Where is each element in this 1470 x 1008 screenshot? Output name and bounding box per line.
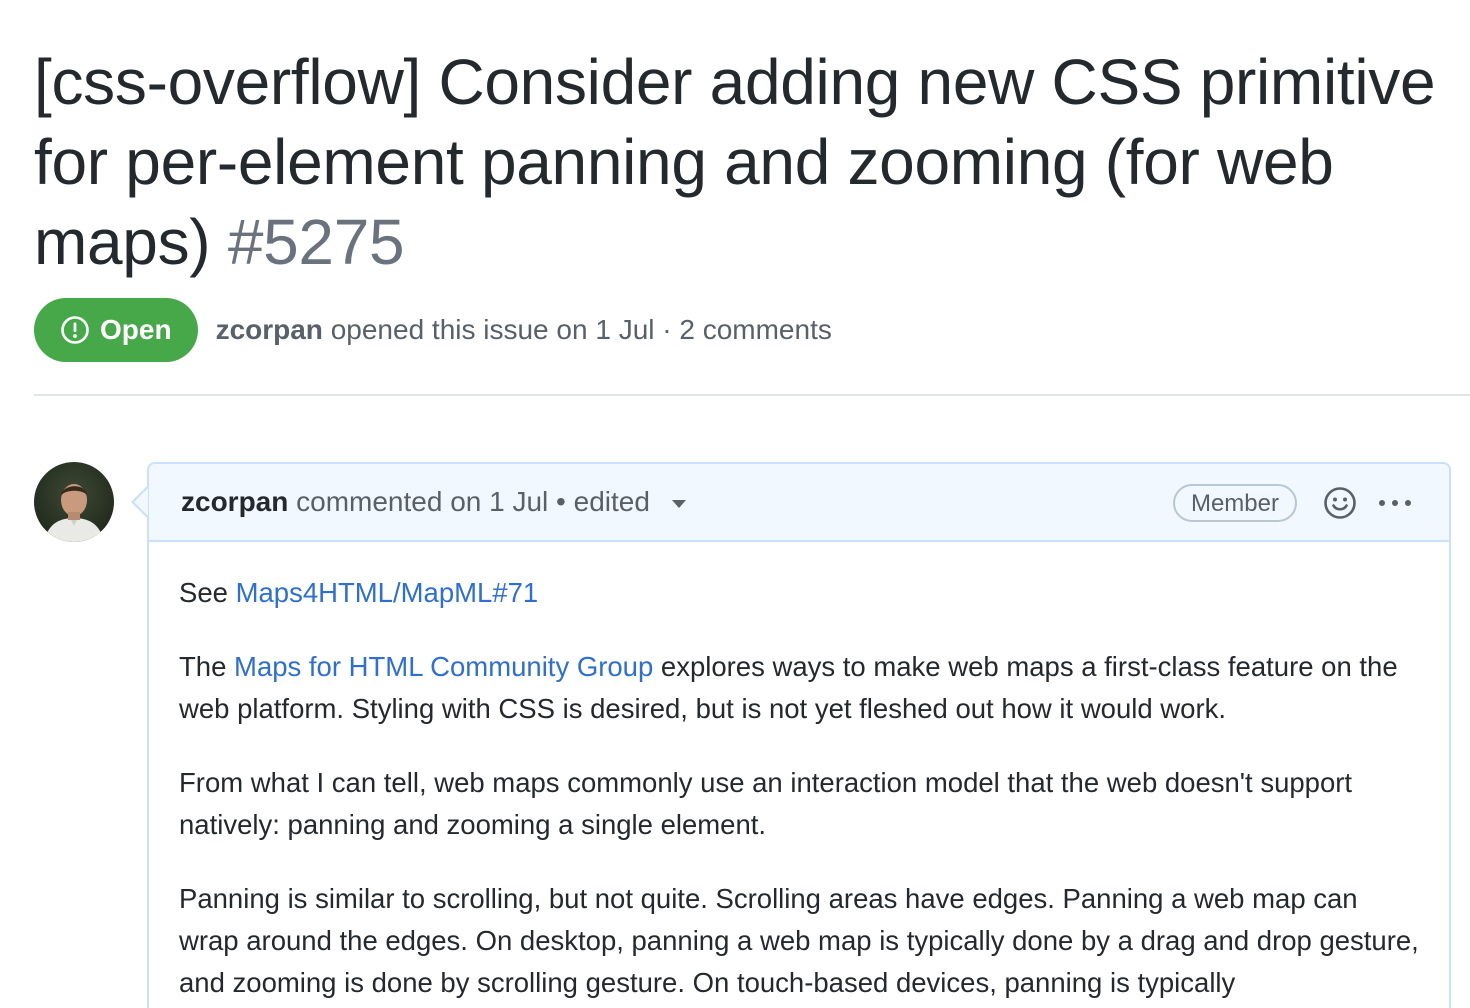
comment-header-text: zcorpan commented on 1 Jul • edited: [181, 486, 686, 518]
p2-prefix: The: [179, 651, 235, 682]
issue-meta: Open zcorpan opened this issue on 1 Jul …: [34, 298, 832, 362]
issue-number: #5275: [227, 206, 405, 278]
smiley-icon[interactable]: [1323, 486, 1357, 520]
mapml-issue-link[interactable]: Maps4HTML/MapML#71: [236, 577, 539, 608]
issue-author-link[interactable]: zcorpan: [216, 314, 323, 345]
issue-meta-text: zcorpan opened this issue on 1 Jul · 2 c…: [216, 314, 832, 346]
comment-box: zcorpan commented on 1 Jul • edited Memb…: [147, 462, 1451, 1008]
comment-paragraph-4: Panning is similar to scrolling, but not…: [179, 883, 1419, 998]
issue-opened-icon: [61, 316, 89, 344]
issue-title-heading: [css-overflow] Consider adding new CSS p…: [34, 42, 1454, 282]
comment-paragraph-2: The Maps for HTML Community Group explor…: [179, 646, 1419, 730]
comment-header: zcorpan commented on 1 Jul • edited Memb…: [149, 464, 1449, 542]
kebab-horizontal-icon[interactable]: [1377, 486, 1413, 520]
avatar[interactable]: [34, 462, 114, 542]
community-group-link[interactable]: Maps for HTML Community Group: [234, 651, 653, 682]
triangle-down-icon[interactable]: [671, 499, 686, 508]
issue-page: [css-overflow] Consider adding new CSS p…: [0, 0, 1470, 1008]
comment-paragraph-3: From what I can tell, web maps commonly …: [179, 767, 1353, 840]
p1-prefix: See: [179, 577, 236, 608]
avatar-image: [34, 462, 114, 542]
comment-body: See Maps4HTML/MapML#71 The Maps for HTML…: [149, 542, 1449, 1004]
issue-state-badge: Open: [34, 298, 198, 362]
issue-opened-text: opened this issue on 1 Jul · 2 comments: [330, 314, 832, 345]
comment-paragraph-1: See Maps4HTML/MapML#71: [179, 572, 1419, 614]
comment-pointer-fill: [134, 488, 148, 516]
comment-author-link[interactable]: zcorpan: [181, 486, 288, 517]
comment-meta[interactable]: commented on 1 Jul • edited: [296, 486, 650, 517]
header-divider: [34, 394, 1470, 396]
issue-state-label: Open: [100, 314, 172, 345]
member-badge: Member: [1172, 484, 1297, 522]
